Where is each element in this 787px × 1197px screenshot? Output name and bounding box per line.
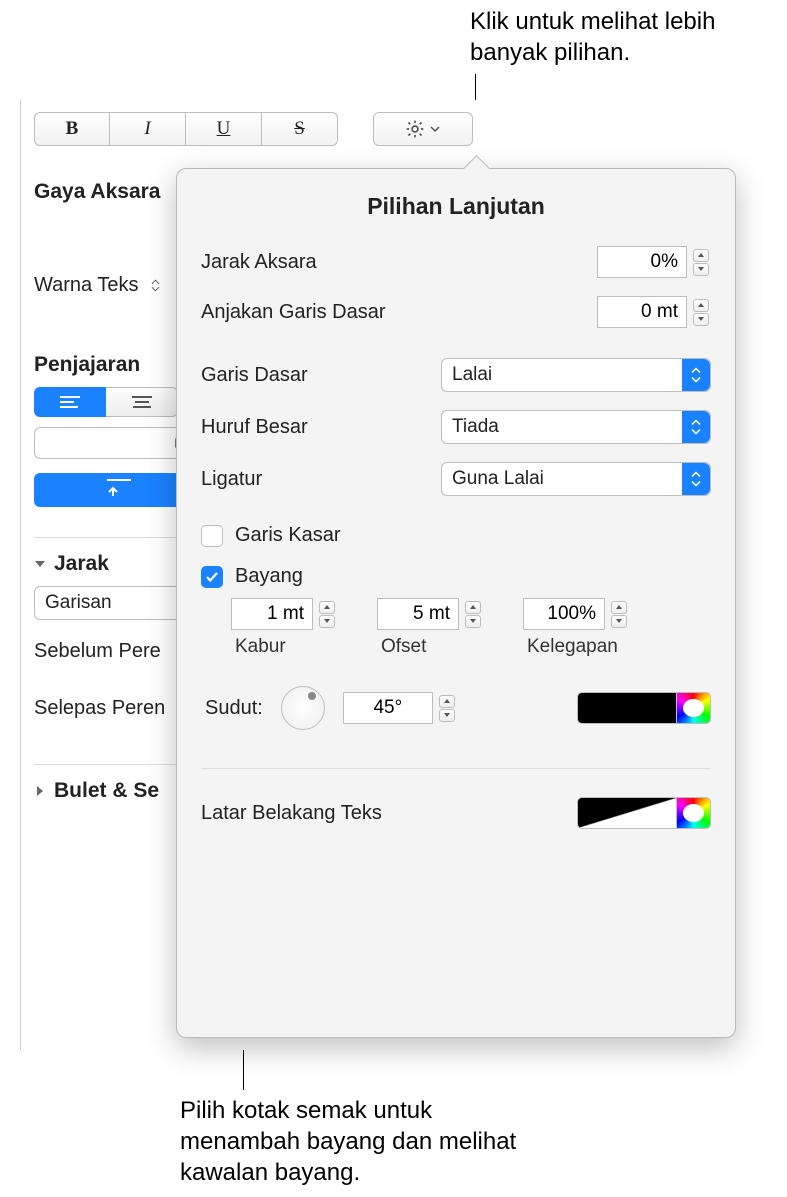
underline-button[interactable]: U	[186, 112, 262, 146]
shadow-angle-label: Sudut:	[205, 697, 263, 720]
char-spacing-label: Jarak Aksara	[201, 251, 597, 274]
shadow-opacity-stepper[interactable]	[611, 598, 629, 630]
strikethrough-button[interactable]: S	[262, 112, 338, 146]
text-color-label: Warna Teks	[34, 274, 138, 297]
shadow-blur-stepper[interactable]	[319, 598, 337, 630]
baseline-shift-input[interactable]	[597, 296, 687, 328]
baseline-shift-label: Anjakan Garis Dasar	[201, 301, 597, 324]
text-format-toolbar: B I U S	[34, 112, 473, 146]
text-bg-color-picker-button[interactable]	[677, 797, 711, 829]
shadow-label: Bayang	[235, 565, 303, 588]
italic-button[interactable]: I	[110, 112, 186, 146]
chevron-updown-icon	[682, 359, 710, 391]
caps-label: Huruf Besar	[201, 416, 441, 439]
text-background-label: Latar Belakang Teks	[201, 802, 382, 825]
shadow-opacity-label: Kelegapan	[527, 636, 618, 658]
shadow-angle-input[interactable]	[343, 692, 433, 724]
advanced-options-popover: Pilihan Lanjutan Jarak Aksara Anjakan Ga…	[176, 168, 736, 1038]
shadow-offset-input[interactable]	[377, 598, 459, 630]
gear-icon	[405, 119, 425, 139]
shadow-checkbox[interactable]	[201, 566, 223, 588]
chevron-updown-icon	[682, 463, 710, 495]
bold-button[interactable]: B	[34, 112, 110, 146]
shadow-blur-input[interactable]	[231, 598, 313, 630]
shadow-blur-label: Kabur	[235, 636, 286, 658]
callout-top: Klik untuk melihat lebih banyak pilihan.	[470, 6, 770, 68]
baseline-select[interactable]: Lalai	[441, 358, 711, 392]
shadow-color-swatch[interactable]	[577, 692, 677, 724]
callout-bottom: Pilih kotak semak untuk menambah bayang …	[180, 1095, 520, 1189]
align-center-button[interactable]	[106, 387, 178, 417]
shadow-offset-stepper[interactable]	[465, 598, 483, 630]
valign-top-icon	[107, 477, 131, 503]
ligatures-label: Ligatur	[201, 468, 441, 491]
line-spacing-select[interactable]: Garisan	[34, 586, 184, 620]
popover-title: Pilihan Lanjutan	[201, 193, 711, 220]
chevron-updown-icon	[682, 411, 710, 443]
align-left-button[interactable]	[34, 387, 106, 417]
disclosure-triangle-icon	[34, 785, 46, 797]
shadow-angle-dial[interactable]	[281, 686, 325, 730]
chevron-updown-icon[interactable]	[148, 276, 163, 296]
ligatures-select[interactable]: Guna Lalai	[441, 462, 711, 496]
caps-select[interactable]: Tiada	[441, 410, 711, 444]
shadow-color-picker-button[interactable]	[677, 692, 711, 724]
char-spacing-input[interactable]	[597, 246, 687, 278]
text-bg-color-swatch[interactable]	[577, 797, 677, 829]
outline-checkbox[interactable]	[201, 525, 223, 547]
chevron-down-icon	[429, 123, 441, 135]
shadow-opacity-input[interactable]	[523, 598, 605, 630]
baseline-shift-stepper[interactable]	[693, 296, 711, 328]
outline-label: Garis Kasar	[235, 524, 341, 547]
align-center-icon	[132, 396, 152, 408]
align-left-icon	[60, 396, 80, 408]
disclosure-triangle-icon	[34, 558, 46, 570]
char-spacing-stepper[interactable]	[693, 246, 711, 278]
baseline-label: Garis Dasar	[201, 364, 441, 387]
shadow-angle-stepper[interactable]	[439, 692, 457, 724]
more-options-button[interactable]	[373, 112, 473, 146]
shadow-offset-label: Ofset	[381, 636, 426, 658]
